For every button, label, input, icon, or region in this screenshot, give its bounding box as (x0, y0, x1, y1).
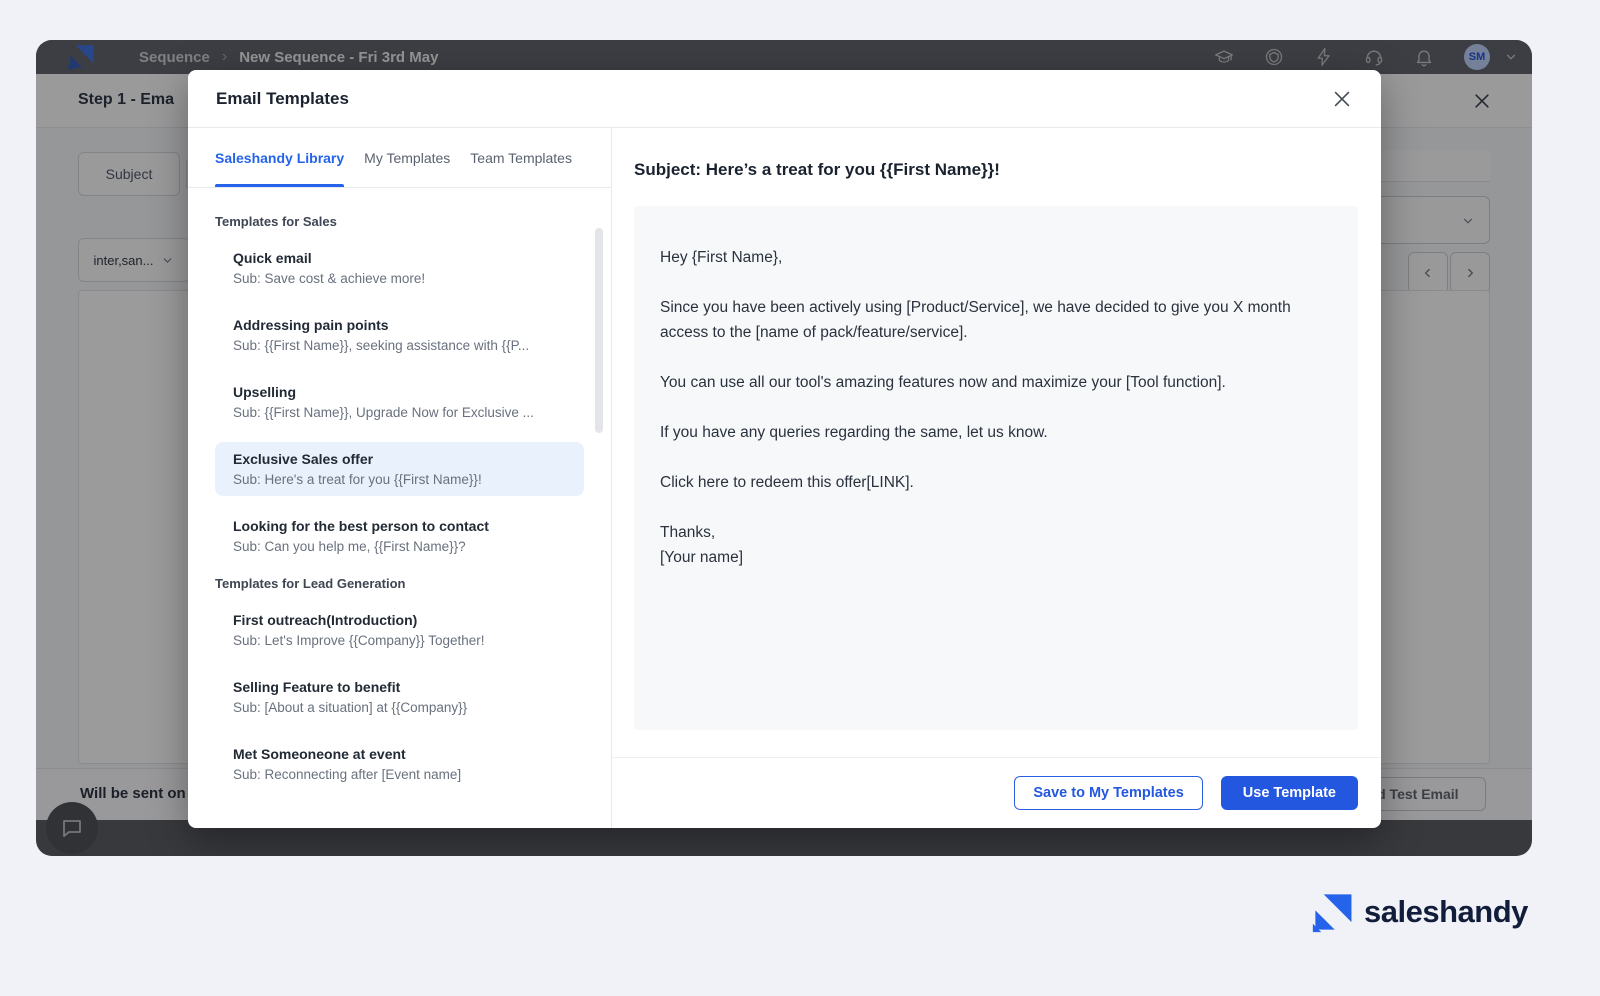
template-preview: Subject: Here’s a treat for you {{First … (612, 128, 1381, 828)
template-item-exclusive-sales-offer[interactable]: Exclusive Sales offer Sub: Here's a trea… (215, 442, 584, 496)
section-heading: Templates for Lead Generation (215, 576, 584, 591)
template-subject: Sub: [About a situation] at {{Company}} (233, 700, 566, 715)
active-tab-underline (215, 184, 344, 187)
preview-paragraph: Hey {First Name}, (660, 245, 1320, 270)
template-item-first-outreach[interactable]: First outreach(Introduction) Sub: Let's … (215, 603, 584, 657)
modal-body: Saleshandy Library My Templates Team Tem… (188, 128, 1381, 828)
template-title: Quick email (233, 250, 566, 266)
template-title: Met Someoneone at event (233, 746, 566, 762)
preview-paragraph: Since you have been actively using [Prod… (660, 295, 1320, 345)
tab-label: Saleshandy Library (215, 150, 344, 166)
tab-label: My Templates (364, 150, 450, 166)
use-template-button[interactable]: Use Template (1221, 776, 1358, 810)
tab-saleshandy-library[interactable]: Saleshandy Library (215, 128, 344, 187)
template-subject: Sub: {{First Name}}, Upgrade Now for Exc… (233, 405, 566, 420)
template-subject: Sub: Let's Improve {{Company}} Together! (233, 633, 566, 648)
preview-paragraph: You can use all our tool's amazing featu… (660, 370, 1320, 395)
preview-paragraph: Click here to redeem this offer[LINK]. (660, 470, 1320, 495)
template-subject: Sub: {{First Name}}, seeking assistance … (233, 338, 566, 353)
modal-header: Email Templates (188, 70, 1381, 128)
template-title: Exclusive Sales offer (233, 451, 566, 467)
tab-label: Team Templates (470, 150, 572, 166)
preview-body: Hey {First Name}, Since you have been ac… (634, 206, 1358, 730)
preview-subject: Subject: Here’s a treat for you {{First … (634, 160, 1358, 180)
preview-paragraph: If you have any queries regarding the sa… (660, 420, 1320, 445)
template-list: Templates for Sales Quick email Sub: Sav… (188, 188, 611, 828)
template-title: First outreach(Introduction) (233, 612, 566, 628)
template-title: Upselling (233, 384, 566, 400)
template-subject: Sub: Reconnecting after [Event name] (233, 767, 566, 782)
preview-signature: Thanks, [Your name] (660, 520, 1320, 570)
save-to-my-templates-button[interactable]: Save to My Templates (1014, 776, 1202, 810)
template-subject: Sub: Here's a treat for you {{First Name… (233, 472, 566, 487)
email-templates-modal: Email Templates Saleshandy Library My Te… (188, 70, 1381, 828)
app-window: Sequence › New Sequence - Fri 3rd May SM… (36, 40, 1532, 856)
tab-my-templates[interactable]: My Templates (364, 128, 450, 187)
saleshandy-logo-icon (1312, 891, 1354, 933)
template-title: Addressing pain points (233, 317, 566, 333)
template-item-upselling[interactable]: Upselling Sub: {{First Name}}, Upgrade N… (215, 375, 584, 429)
template-item-addressing-pain-points[interactable]: Addressing pain points Sub: {{First Name… (215, 308, 584, 362)
template-browser: Saleshandy Library My Templates Team Tem… (188, 128, 612, 828)
template-item-selling-feature[interactable]: Selling Feature to benefit Sub: [About a… (215, 670, 584, 724)
section-heading: Templates for Sales (215, 214, 584, 229)
modal-close-icon[interactable] (1331, 88, 1353, 110)
template-title: Looking for the best person to contact (233, 518, 566, 534)
tab-team-templates[interactable]: Team Templates (470, 128, 572, 187)
modal-footer: Save to My Templates Use Template (612, 757, 1381, 828)
template-item-met-someone-at-event[interactable]: Met Someoneone at event Sub: Reconnectin… (215, 737, 584, 791)
template-subject: Sub: Can you help me, {{First Name}}? (233, 539, 566, 554)
modal-title: Email Templates (216, 89, 349, 109)
template-tabs: Saleshandy Library My Templates Team Tem… (188, 128, 611, 188)
branding: saleshandy (1312, 891, 1528, 933)
list-scrollbar[interactable] (595, 228, 603, 433)
template-title: Selling Feature to benefit (233, 679, 566, 695)
template-item-best-person-to-contact[interactable]: Looking for the best person to contact S… (215, 509, 584, 563)
template-subject: Sub: Save cost & achieve more! (233, 271, 566, 286)
template-item-quick-email[interactable]: Quick email Sub: Save cost & achieve mor… (215, 241, 584, 295)
branding-wordmark: saleshandy (1364, 894, 1528, 930)
